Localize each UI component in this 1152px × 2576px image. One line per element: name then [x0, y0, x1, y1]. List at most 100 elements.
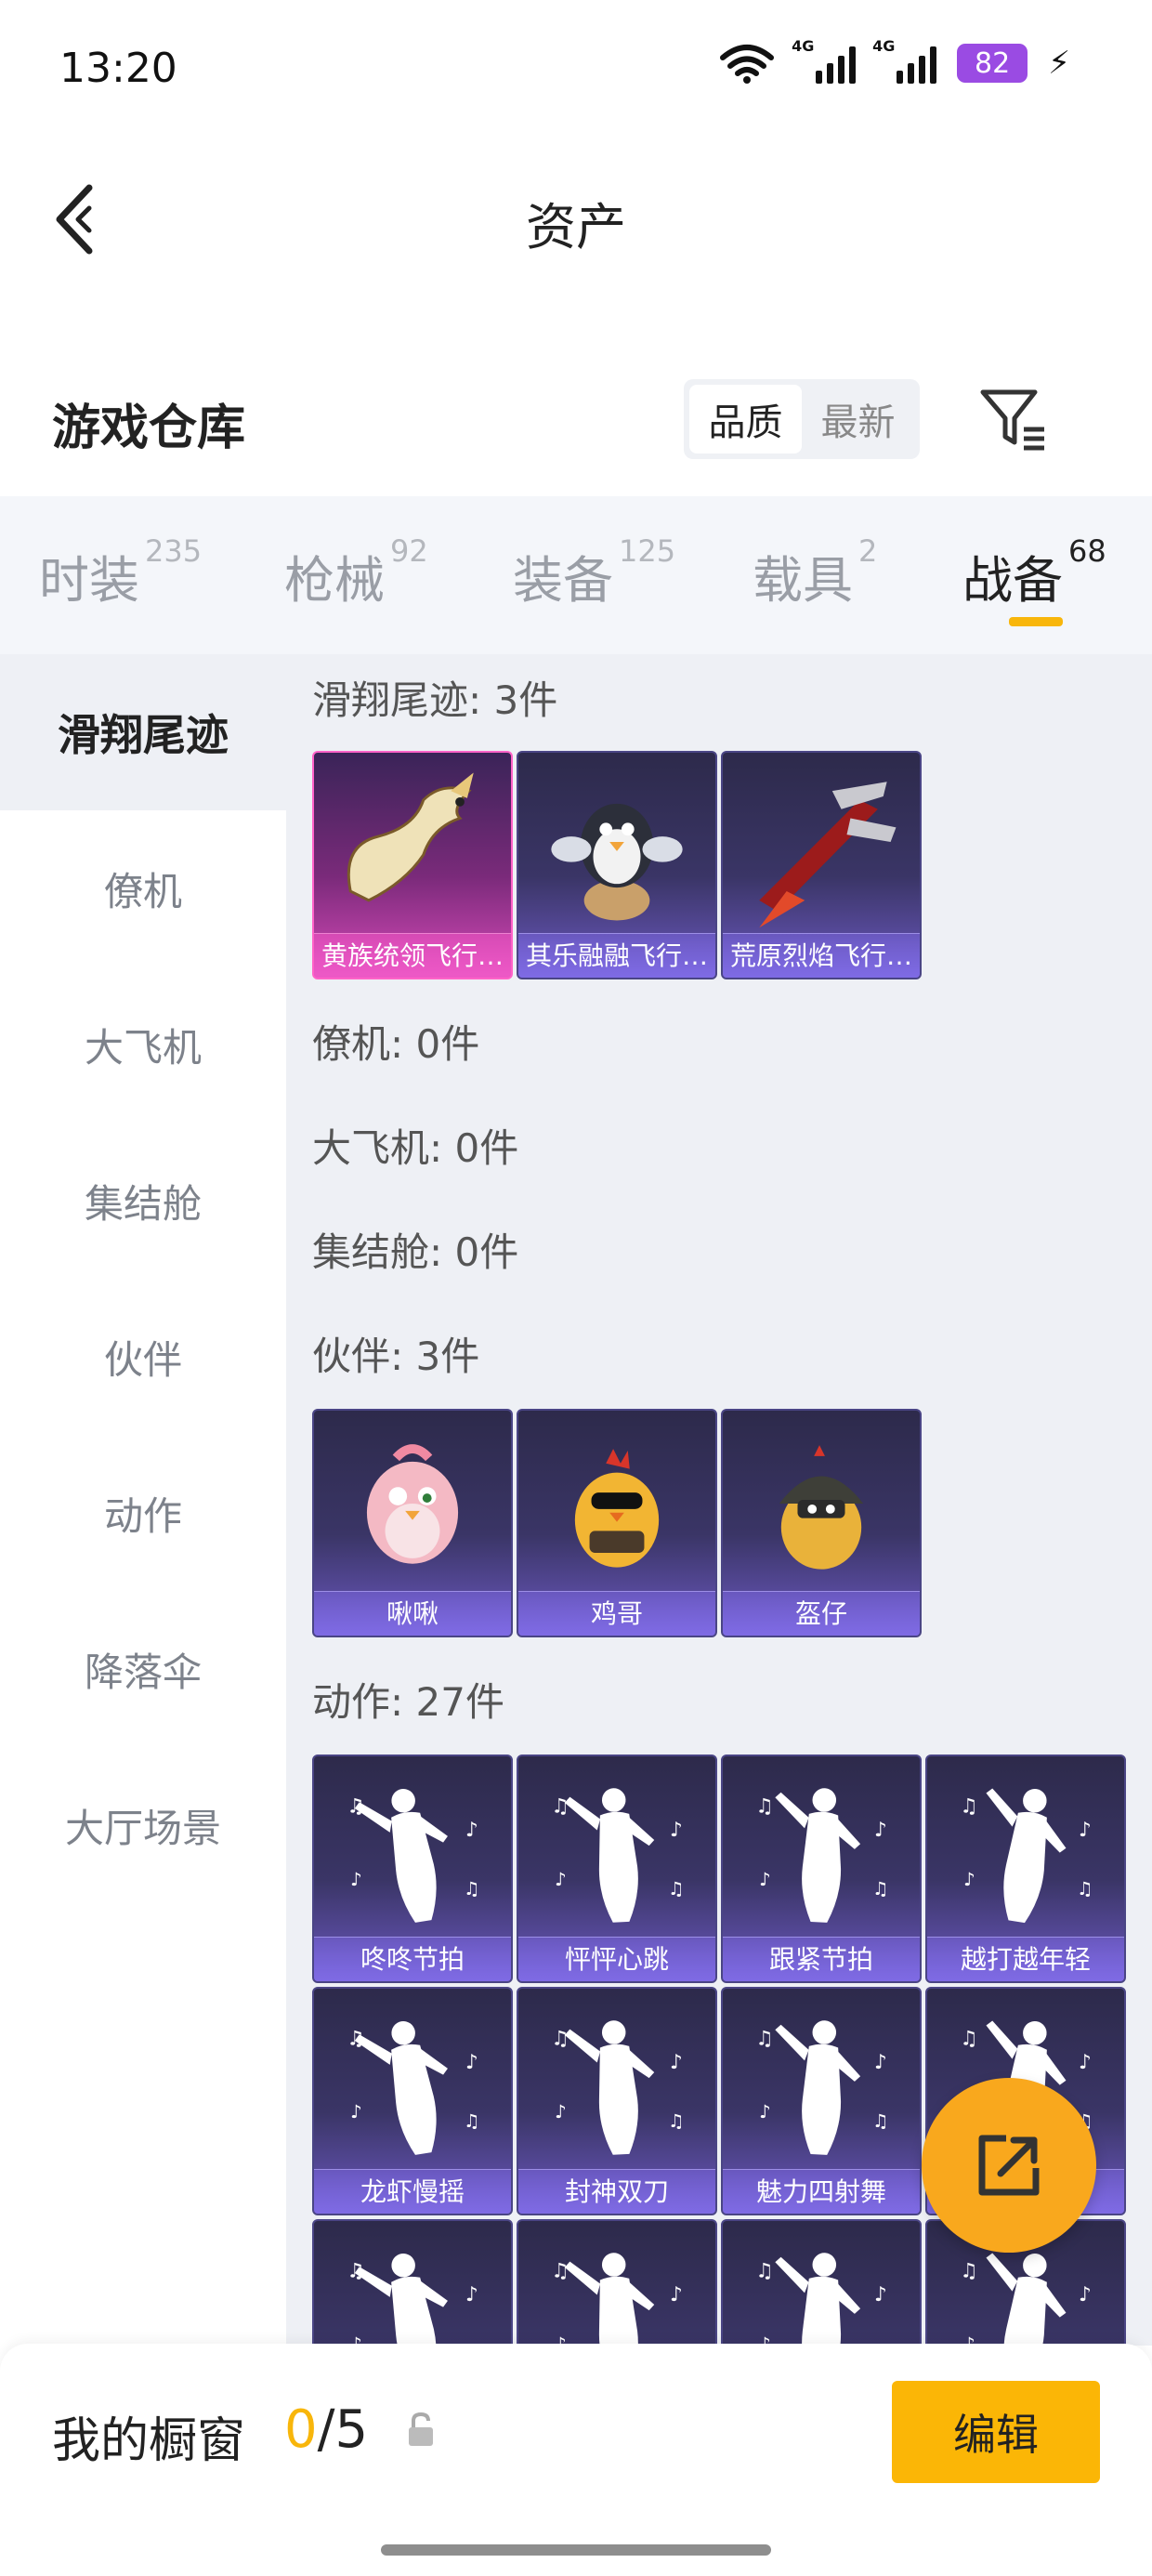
- item-card[interactable]: 鸡哥: [517, 1409, 717, 1637]
- item-name: 盔仔: [723, 1591, 920, 1636]
- charging-icon: ⚡: [1048, 45, 1070, 82]
- status-time: 13:20: [59, 45, 177, 92]
- tab-combat-gear[interactable]: 战备 68: [962, 533, 1106, 612]
- item-name: 啾啾: [314, 1591, 511, 1636]
- svg-text:♫: ♫: [551, 2028, 569, 2051]
- edit-button[interactable]: 编辑: [892, 2381, 1100, 2483]
- section-label-pod: 集结舱: 0件: [312, 1229, 519, 1275]
- item-card[interactable]: ♫ ♪ ♪ ♫ 封神双刀: [517, 1987, 717, 2215]
- svg-text:♫: ♫: [347, 1795, 364, 1819]
- penguin-trail-art: [551, 803, 683, 921]
- status-bar: 13:20 4G 4G 82 ⚡: [0, 0, 1152, 139]
- sidebar-item-emote[interactable]: 动作: [0, 1435, 286, 1591]
- sidebar-item-assembly-pod[interactable]: 集结舱: [0, 1123, 286, 1279]
- sidebar-item-glide-trail[interactable]: 滑翔尾迹: [0, 654, 286, 810]
- dancer-silhouette-art: ♫ ♪ ♪ ♫: [551, 2020, 685, 2155]
- sidebar-item-parachute[interactable]: 降落伞: [0, 1591, 286, 1747]
- item-name: 龙虾慢摇: [314, 2169, 511, 2214]
- svg-text:♪: ♪: [350, 1869, 362, 1890]
- svg-text:♪: ♪: [670, 2051, 683, 2074]
- svg-text:♪: ♪: [670, 1819, 683, 1842]
- item-name: 咚咚节拍: [314, 1937, 511, 1981]
- emote-grid: ♫ ♪ ♪ ♫ 咚咚节拍 ♫ ♪ ♪ ♫ 怦怦心跳 ♫ ♪ ♪ ♫ 跟紧节拍 ♫ ♪ ♪ ♫ 越打越年轻 ♫ ♪ ♪ ♫ 龙虾慢…: [312, 1755, 1133, 2346]
- svg-text:♪: ♪: [555, 2101, 567, 2123]
- sidebar-item-wingman[interactable]: 僚机: [0, 810, 286, 966]
- dancer-silhouette-art: ♫♪♪♫: [551, 2253, 685, 2346]
- item-card[interactable]: ♫♪♪♫: [312, 2219, 513, 2346]
- sidebar-item-partner[interactable]: 伙伴: [0, 1279, 286, 1435]
- item-name: 越打越年轻: [927, 1937, 1124, 1981]
- item-card[interactable]: 啾啾: [312, 1409, 513, 1637]
- tab-fashion[interactable]: 时装 235: [39, 533, 202, 612]
- glide-grid: 黄族统领飞行… 其乐融融飞行… 荒原烈焰飞行…: [312, 751, 1133, 979]
- item-name: 封神双刀: [518, 2169, 715, 2214]
- sort-quality-option[interactable]: 品质: [689, 385, 802, 453]
- helmet-chick-art: [779, 1445, 864, 1570]
- svg-text:♪: ♪: [963, 1869, 975, 1890]
- svg-text:♫: ♫: [668, 2110, 685, 2132]
- item-card[interactable]: ♫ ♪ ♪ ♫ 怦怦心跳: [517, 1755, 717, 1983]
- item-name: 跟紧节拍: [723, 1937, 920, 1981]
- status-icons: 4G 4G 82 ⚡: [719, 37, 1070, 84]
- svg-text:♫: ♫: [551, 1795, 569, 1819]
- item-card[interactable]: ♫ ♪ ♪ ♫ 跟紧节拍: [721, 1755, 922, 1983]
- item-card[interactable]: ♫ ♪ ♪ ♫ 咚咚节拍: [312, 1755, 513, 1983]
- section-label-wingman: 僚机: 0件: [312, 1021, 480, 1067]
- active-tab-indicator: [1009, 617, 1063, 626]
- dancer-silhouette-art: ♫ ♪ ♪ ♫: [551, 1788, 685, 1923]
- svg-text:♪: ♪: [1079, 2283, 1092, 2307]
- item-card[interactable]: ♫ ♪ ♪ ♫ 越打越年轻: [925, 1755, 1126, 1983]
- item-card[interactable]: 其乐融融飞行…: [517, 751, 717, 979]
- svg-text:♪: ♪: [759, 1869, 771, 1890]
- sort-newest-option[interactable]: 最新: [802, 385, 914, 453]
- item-card[interactable]: ♫ ♪ ♪ ♫ 龙虾慢摇: [312, 1987, 513, 2215]
- item-card[interactable]: 黄族统领飞行…: [312, 751, 513, 979]
- dancer-silhouette-art: ♫♪♪♫: [347, 2253, 480, 2346]
- dancer-silhouette-art: ♫♪♪♫: [960, 1788, 1093, 1924]
- category-tabs: 时装 235 枪械 92 装备 125 载具 2 战备 68: [0, 496, 1152, 654]
- svg-text:♪: ♪: [350, 2101, 362, 2123]
- sidebar-item-big-plane[interactable]: 大飞机: [0, 966, 286, 1123]
- dancer-silhouette-art: ♫♪♪♫: [347, 1788, 480, 1923]
- svg-text:♫: ♫: [347, 2260, 364, 2283]
- svg-text:♪: ♪: [670, 2283, 683, 2307]
- svg-text:♫: ♫: [872, 1878, 889, 1899]
- svg-text:♫: ♫: [872, 2110, 889, 2132]
- svg-text:♫: ♫: [755, 1795, 773, 1819]
- filter-button[interactable]: [975, 381, 1050, 455]
- svg-text:♪: ♪: [874, 2051, 887, 2074]
- flame-trail-art: [759, 782, 897, 928]
- dancer-silhouette-art: ♫♪♪♫: [755, 2020, 889, 2155]
- item-card[interactable]: ♫♪♪♫: [517, 2219, 717, 2346]
- svg-text:♫: ♫: [464, 1878, 480, 1899]
- showcase-bar: 我的橱窗 0/5 编辑: [0, 2344, 1152, 2576]
- item-name: 荒原烈焰飞行…: [723, 933, 920, 978]
- svg-text:♫: ♫: [755, 2260, 773, 2283]
- svg-text:♫: ♫: [960, 2028, 977, 2051]
- item-card[interactable]: 荒原烈焰飞行…: [721, 751, 922, 979]
- filter-icon: [980, 389, 1044, 451]
- signal-icon-1: 4G: [792, 37, 857, 84]
- sort-toggle: 品质 最新: [684, 379, 920, 459]
- item-name: 黄族统领飞行…: [314, 933, 511, 978]
- section-label-big-plane: 大飞机: 0件: [312, 1125, 519, 1171]
- tab-vehicles[interactable]: 载具 2: [753, 533, 877, 612]
- dancer-silhouette-art: ♫♪♪♫: [347, 2020, 480, 2155]
- svg-text:♫: ♫: [668, 1878, 685, 1899]
- pink-bird-art: [366, 1444, 459, 1564]
- tab-equipment[interactable]: 装备 125: [513, 533, 675, 612]
- svg-text:♪: ♪: [555, 1869, 567, 1890]
- item-card[interactable]: ♫ ♪ ♪ ♫ 魅力四射舞: [721, 1987, 922, 2215]
- sidebar-item-lobby-scene[interactable]: 大厅场景: [0, 1747, 286, 1903]
- item-card[interactable]: ♫♪♪♫: [721, 2219, 922, 2346]
- svg-text:♫: ♫: [347, 2028, 364, 2051]
- tab-guns[interactable]: 枪械 92: [284, 533, 428, 612]
- item-card[interactable]: 盔仔: [721, 1409, 922, 1637]
- svg-text:♫: ♫: [551, 2260, 569, 2283]
- svg-text:♪: ♪: [874, 1819, 887, 1842]
- dancer-silhouette-art: ♫♪♪♫: [755, 2253, 889, 2346]
- svg-text:♫: ♫: [464, 2110, 480, 2132]
- signal-icon-2: 4G: [872, 37, 937, 84]
- share-fab-button[interactable]: [922, 2078, 1096, 2253]
- battery-indicator: 82: [957, 44, 1028, 83]
